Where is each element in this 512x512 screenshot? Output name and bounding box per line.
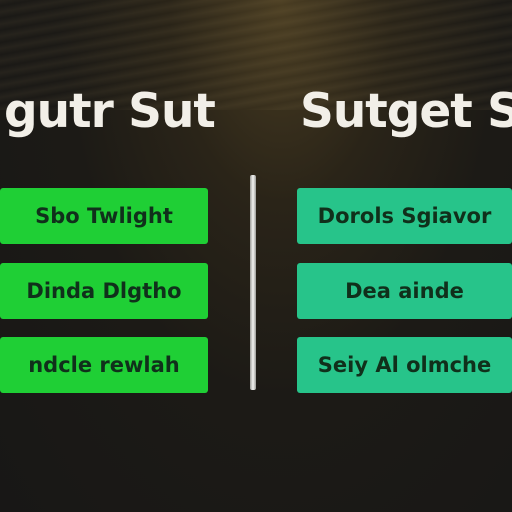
right-option-button-2[interactable]: Dea ainde [297,263,512,319]
left-option-button-1[interactable]: Sbo Twlight [0,188,208,244]
left-option-button-3[interactable]: ndcle rewlah [0,337,208,393]
left-panel-title: gutr Sut [4,84,216,139]
vertical-divider [250,175,256,390]
right-panel-title: Sutget S [300,84,512,139]
right-option-button-1[interactable]: Dorols Sgiavor [297,188,512,244]
right-option-button-3[interactable]: Seiy Al olmche [297,337,512,393]
left-option-button-2[interactable]: Dinda Dlgtho [0,263,208,319]
